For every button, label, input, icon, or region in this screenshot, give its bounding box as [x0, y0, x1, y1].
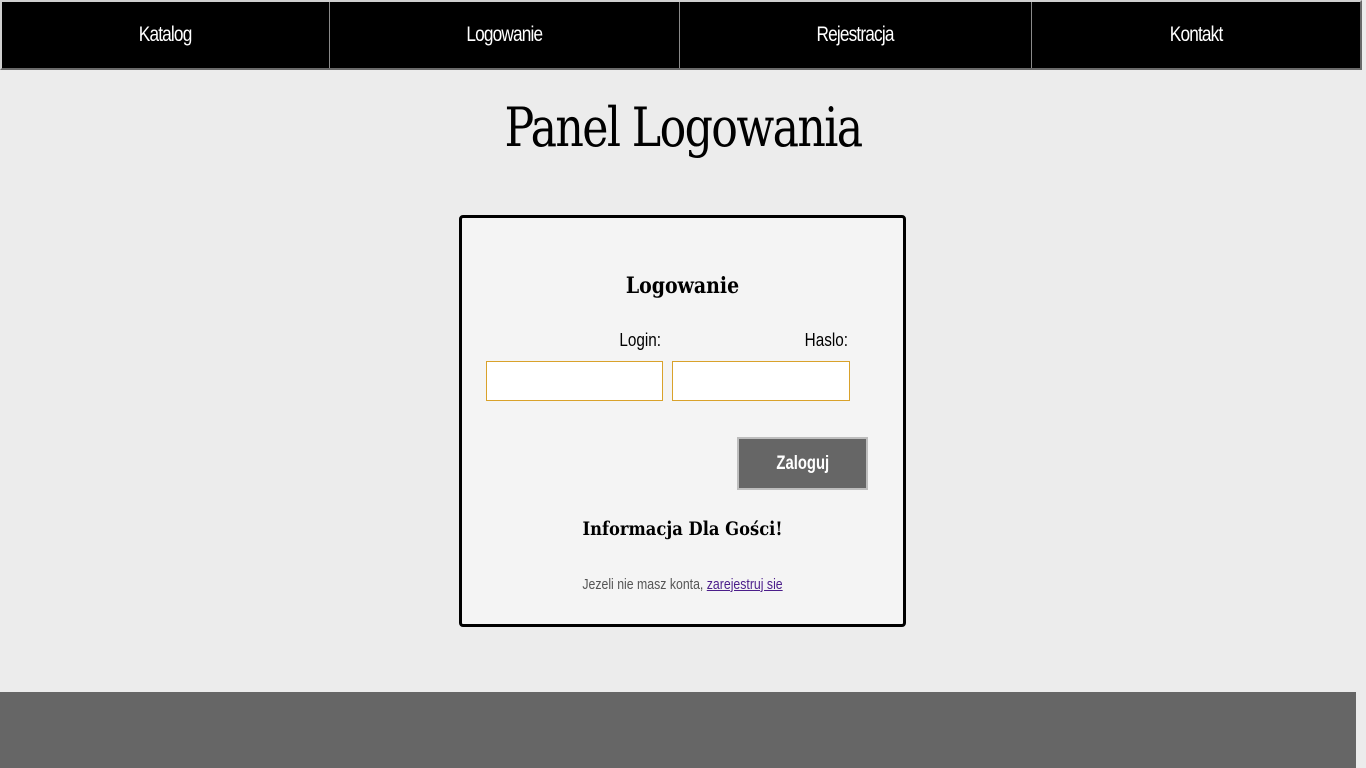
- nav-item-label: Rejestracja: [816, 23, 895, 46]
- nav-item-katalog[interactable]: Katalog: [2, 2, 330, 68]
- login-button-label: Zaloguj: [776, 452, 829, 474]
- nav-item-label: Katalog: [139, 23, 192, 46]
- footer: [0, 692, 1356, 768]
- password-label: Haslo:: [804, 330, 848, 350]
- guest-info-heading: Informacja Dla Gości!: [582, 518, 783, 540]
- nav-item-logowanie[interactable]: Logowanie: [330, 2, 680, 68]
- top-navigation: Katalog Logowanie Rejestracja Kontakt: [0, 0, 1362, 70]
- password-input[interactable]: [672, 361, 850, 401]
- login-panel: Logowanie Login: Haslo: Zaloguj Informac…: [459, 215, 906, 627]
- register-link[interactable]: zarejestruj sie: [707, 576, 783, 593]
- login-label: Login:: [619, 330, 661, 350]
- nav-item-label: Kontakt: [1169, 23, 1223, 46]
- page-title: Panel Logowania: [504, 96, 863, 159]
- login-input[interactable]: [486, 361, 663, 401]
- nav-item-label: Logowanie: [466, 23, 544, 46]
- nav-item-rejestracja[interactable]: Rejestracja: [680, 2, 1032, 68]
- guest-info-text: Jezeli nie masz konta, zarejestruj sie: [502, 576, 864, 593]
- nav-item-kontakt[interactable]: Kontakt: [1032, 2, 1360, 68]
- login-button[interactable]: Zaloguj: [737, 437, 868, 490]
- guest-info-message: Jezeli nie masz konta,: [582, 576, 707, 593]
- login-panel-heading: Logowanie: [625, 273, 740, 299]
